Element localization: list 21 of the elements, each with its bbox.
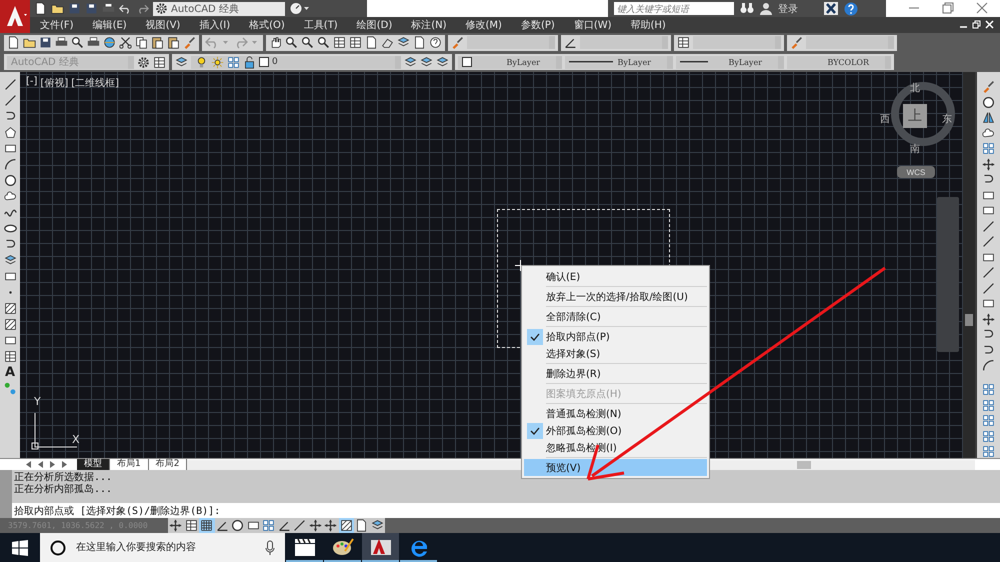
axis-label: X [72, 433, 80, 446]
menu-label: 外部孤岛检测(O) [546, 424, 622, 438]
menu-label: 选择对象(S) [546, 348, 600, 360]
property-value: ByLayer [728, 58, 762, 66]
command-prompt: 拾取内部点或 [选择对象(S)/删除边界(B)]: [14, 504, 220, 518]
menu-label: 图案填充原点(H) [546, 388, 622, 400]
menu-label: 确认(E) [546, 270, 580, 284]
menu-label: 全部清除(C) [546, 310, 601, 324]
workspace-name: AutoCAD 经典 [171, 2, 239, 16]
property-value: BYCOLOR [828, 58, 869, 66]
menu-label: 普通孤岛检测(N) [546, 408, 622, 420]
layer-name: 0 [272, 57, 278, 67]
menu-label: 拾取内部点(P) [546, 330, 610, 344]
history-line: 正在分析内部孤岛... [14, 484, 114, 496]
menu-label: 放弃上一次的选择/拾取/绘图(U) [546, 290, 688, 304]
history-line: 正在分析所选数据... [14, 472, 114, 484]
menu-label: 删除边界(R) [546, 368, 601, 380]
property-value: ByLayer [506, 58, 540, 66]
axis-label: Y [34, 395, 41, 408]
menu-label: 预览(V) [546, 462, 581, 474]
property-value: ByLayer [617, 58, 651, 66]
